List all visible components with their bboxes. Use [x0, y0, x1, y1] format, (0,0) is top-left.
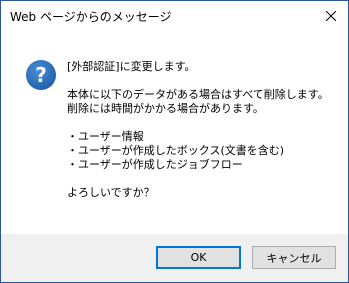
- svg-text:?: ?: [35, 63, 47, 87]
- ok-button[interactable]: OK: [156, 246, 241, 269]
- message-line: よろしいですか？: [67, 186, 155, 199]
- message-line: [67, 172, 342, 186]
- message-line: ・ユーザー情報: [67, 130, 144, 143]
- question-icon: ?: [26, 60, 56, 90]
- message-line: ・ユーザーが作成したボックス(文書を含む): [67, 144, 285, 157]
- message-line: 本体に以下のデータがある場合はすべて削除します。: [67, 88, 329, 101]
- title-bar[interactable]: Web ページからのメッセージ: [1, 1, 348, 31]
- message-line: [外部認証]に変更します。: [67, 60, 196, 73]
- window-title: Web ページからのメッセージ: [10, 10, 172, 24]
- message-line: [67, 116, 342, 130]
- dialog-content: ? [外部認証]に変更します。 本体に以下のデータがある場合はすべて削除します。…: [1, 31, 348, 234]
- close-button[interactable]: [314, 1, 348, 30]
- message-dialog: Web ページからのメッセージ ? [外部認証]に変更します。 本体に以下のデー…: [0, 0, 349, 283]
- cancel-button[interactable]: キャンセル: [252, 246, 336, 269]
- message-line: ・ユーザーが作成したジョブフロー: [67, 158, 243, 171]
- close-icon: [326, 11, 336, 21]
- button-bar: OK キャンセル: [1, 234, 348, 282]
- message-line: [67, 74, 342, 88]
- message-line: 削除には時間がかかる場合があります。: [67, 102, 264, 115]
- message-text: [外部認証]に変更します。 本体に以下のデータがある場合はすべて削除します。 削…: [67, 60, 342, 200]
